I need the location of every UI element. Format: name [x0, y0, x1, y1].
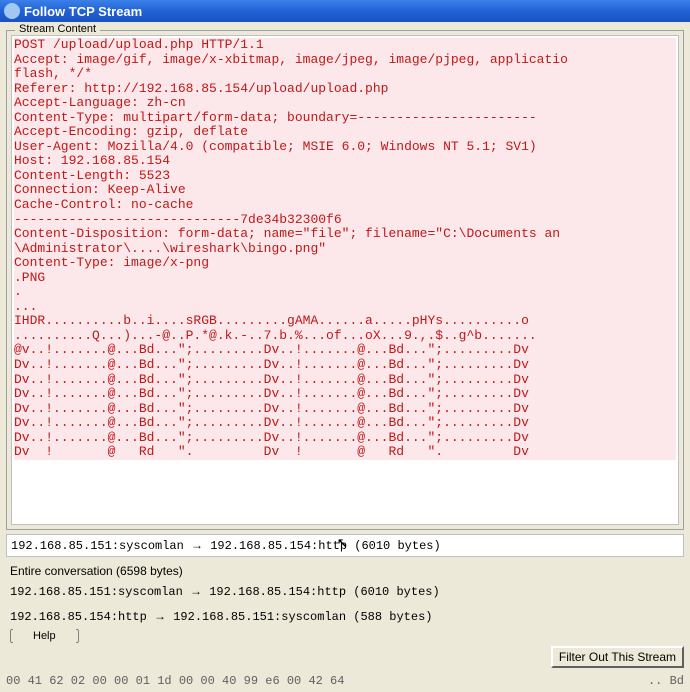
png-data: Dv..!.......@...Bd...";.........Dv..!...…	[14, 431, 676, 446]
status-ascii: .. Bd	[648, 674, 684, 688]
row-text-post: 192.168.85.154:http (6010 bytes)	[202, 585, 440, 599]
http-content-disposition: Content-Disposition: form-data; name="fi…	[14, 227, 676, 242]
stream-direction-dropdown[interactable]: 192.168.85.151:syscomlan → 192.168.85.15…	[6, 534, 684, 557]
png-data: ..........Q...)...-@..P.*@.k.-..7.b.%...…	[14, 329, 676, 344]
http-accept-cont: flash, */*	[14, 67, 676, 82]
window-title: Follow TCP Stream	[24, 4, 142, 19]
http-part-content-type: Content-Type: image/x-png	[14, 256, 676, 271]
http-filename-cont: \Administrator\....\wireshark\bingo.png"	[14, 242, 676, 257]
http-referer-header: Referer: http://192.168.85.154/upload/up…	[14, 82, 676, 97]
http-request-line: POST /upload/upload.php HTTP/1.1	[14, 38, 676, 53]
button-row: Help	[6, 627, 684, 645]
png-data: .	[14, 285, 676, 300]
http-accept-lang-header: Accept-Language: zh-cn	[14, 96, 676, 111]
png-data: ...	[14, 300, 676, 315]
png-data: Dv ! @ Rd ". Dv ! @ Rd ". Dv	[14, 445, 676, 460]
dropdown-text-post: 192.168.85.154:http (6010 bytes)	[203, 539, 441, 553]
status-bar: 00 41 62 02 00 00 01 1d 00 00 40 99 e6 0…	[0, 672, 690, 690]
png-ihdr: IHDR..........b..i....sRGB.........gAMA.…	[14, 314, 676, 329]
png-data: @v..!.......@...Bd...";.........Dv..!...…	[14, 343, 676, 358]
row-text-post: 192.168.85.151:syscomlan (588 bytes)	[166, 610, 432, 624]
png-data: Dv..!.......@...Bd...";.........Dv..!...…	[14, 387, 676, 402]
http-host-header: Host: 192.168.85.154	[14, 154, 676, 169]
http-cache-control-header: Cache-Control: no-cache	[14, 198, 676, 213]
help-button[interactable]: Help	[13, 628, 76, 644]
http-connection-header: Connection: Keep-Alive	[14, 183, 676, 198]
http-accept-header: Accept: image/gif, image/x-xbitmap, imag…	[14, 53, 676, 68]
http-content-type-header: Content-Type: multipart/form-data; bound…	[14, 111, 676, 126]
png-data: Dv..!.......@...Bd...";.........Dv..!...…	[14, 358, 676, 373]
arrow-icon: →	[154, 609, 166, 623]
arrow-icon: →	[190, 584, 202, 598]
http-boundary: -----------------------------7de34b32300…	[14, 213, 676, 228]
png-signature: .PNG	[14, 271, 676, 286]
window-titlebar: Follow TCP Stream	[0, 0, 690, 22]
row-text-pre: 192.168.85.151:syscomlan	[10, 585, 190, 599]
status-hex: 00 41 62 02 00 00 01 1d 00 00 40 99 e6 0…	[6, 674, 344, 688]
png-data: Dv..!.......@...Bd...";.........Dv..!...…	[14, 416, 676, 431]
png-data: Dv..!.......@...Bd...";.........Dv..!...…	[14, 373, 676, 388]
app-icon	[4, 3, 20, 19]
stream-content-fieldset: Stream Content POST /upload/upload.php H…	[6, 30, 684, 530]
conversation-size-label: Entire conversation (6598 bytes)	[6, 561, 684, 581]
png-data: Dv..!.......@...Bd...";.........Dv..!...…	[14, 402, 676, 417]
dropdown-text-pre: 192.168.85.151:syscomlan	[11, 539, 191, 553]
arrow-icon: →	[191, 538, 203, 552]
filter-out-stream-button[interactable]: Filter Out This Stream	[551, 646, 684, 668]
window-body: Stream Content POST /upload/upload.php H…	[0, 22, 690, 647]
stream-direction-row-2: 192.168.85.151:syscomlan → 192.168.85.15…	[6, 581, 684, 602]
http-user-agent-header: User-Agent: Mozilla/4.0 (compatible; MSI…	[14, 140, 676, 155]
stream-direction-row-3: 192.168.85.154:http → 192.168.85.151:sys…	[6, 606, 684, 627]
stream-content-textarea[interactable]: POST /upload/upload.php HTTP/1.1 Accept:…	[11, 35, 679, 525]
fieldset-legend: Stream Content	[15, 23, 100, 35]
http-accept-encoding-header: Accept-Encoding: gzip, deflate	[14, 125, 676, 140]
http-content-length-header: Content-Length: 5523	[14, 169, 676, 184]
row-text-pre: 192.168.85.154:http	[10, 610, 154, 624]
